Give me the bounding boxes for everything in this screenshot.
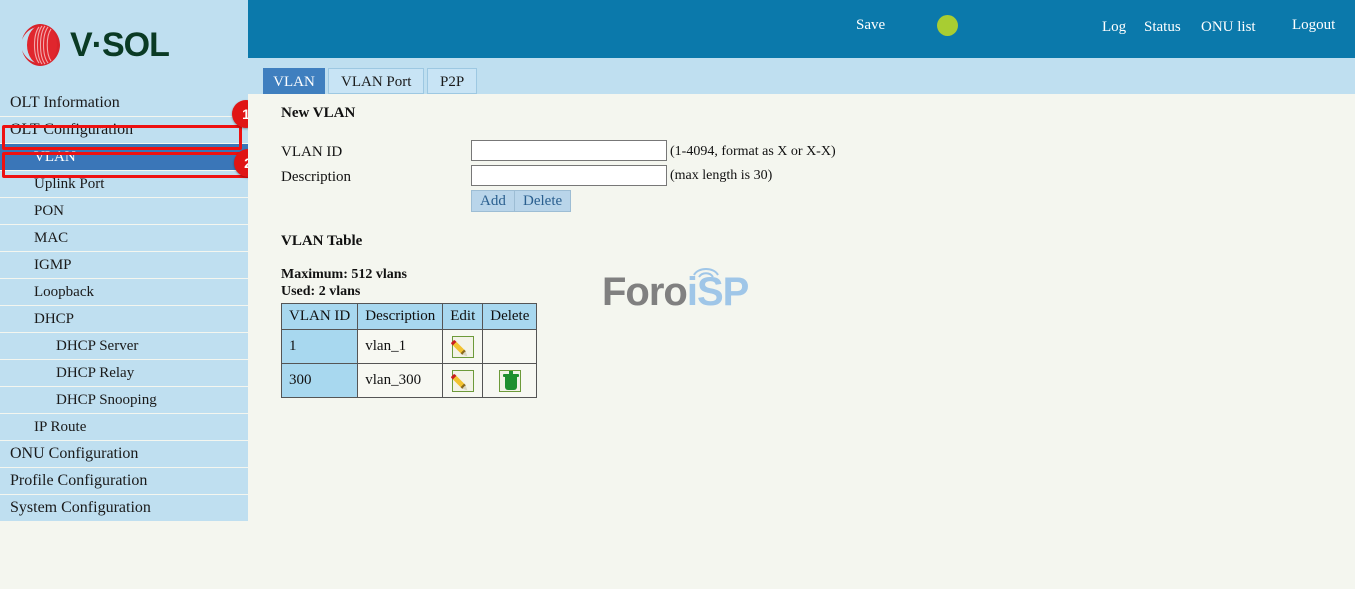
brand-logo-panel: V·SOL: [0, 0, 248, 90]
column-header-description: Description: [357, 303, 444, 330]
brand-logo-text: V·SOL: [70, 25, 170, 64]
pencil-edit-icon[interactable]: [450, 335, 474, 358]
sidebar-item-onu-configuration[interactable]: ONU Configuration: [0, 441, 248, 467]
cell-delete: [482, 363, 538, 398]
sidebar-item-dhcp-snooping[interactable]: DHCP Snooping: [0, 387, 248, 413]
pencil-edit-icon[interactable]: [450, 369, 474, 392]
new-vlan-heading: New VLAN: [281, 105, 356, 121]
sidebar-item-dhcp[interactable]: DHCP: [0, 306, 248, 332]
watermark-isp: iSP: [686, 270, 749, 314]
logout-link[interactable]: Logout: [1292, 17, 1335, 34]
cell-edit: [442, 329, 484, 364]
description-label: Description: [281, 169, 351, 185]
sidebar-item-dhcp-relay[interactable]: DHCP Relay: [0, 360, 248, 386]
table-row: 1 vlan_1: [280, 329, 538, 364]
vsol-leaf-logo-icon: [18, 22, 62, 68]
delete-button[interactable]: Delete: [514, 190, 572, 212]
sidebar-item-mac[interactable]: MAC: [0, 225, 248, 251]
column-header-vlan-id: VLAN ID: [280, 303, 359, 330]
sidebar-item-vlan[interactable]: VLAN: [0, 144, 248, 170]
top-header-bar: Save Log Status ONU list Logout: [248, 0, 1355, 58]
onu-list-link[interactable]: ONU list: [1201, 19, 1256, 36]
sidebar-item-loopback[interactable]: Loopback: [0, 279, 248, 305]
tab-p2p[interactable]: P2P: [427, 68, 478, 94]
description-hint: (max length is 30): [670, 168, 773, 183]
foroisp-watermark: ForoiSP: [602, 260, 762, 316]
cell-vlan-id: 300: [280, 363, 359, 398]
watermark-text: ForoiSP: [602, 270, 749, 315]
sidebar-item-ip-route[interactable]: IP Route: [0, 414, 248, 440]
cell-description: vlan_1: [357, 329, 444, 364]
column-header-edit: Edit: [442, 303, 484, 330]
sidebar-item-olt-information[interactable]: OLT Information: [0, 90, 248, 116]
tab-vlan[interactable]: VLAN: [263, 68, 325, 94]
trash-delete-icon[interactable]: [498, 369, 521, 392]
vlan-id-input[interactable]: [471, 140, 667, 161]
vlan-table-heading: VLAN Table: [281, 233, 363, 249]
sidebar-item-profile-configuration[interactable]: Profile Configuration: [0, 468, 248, 494]
green-status-dot-icon: [937, 15, 958, 36]
main-content: New VLAN VLAN ID (1-4094, format as X or…: [248, 94, 1355, 589]
sidebar-nav: OLT Information OLT Configuration VLAN U…: [0, 90, 248, 543]
save-button[interactable]: Save: [856, 17, 885, 34]
log-link[interactable]: Log: [1102, 19, 1126, 36]
cell-edit: [442, 363, 484, 398]
used-vlans-text: Used: 2 vlans: [281, 284, 361, 299]
cell-vlan-id: 1: [280, 329, 359, 364]
cell-description: vlan_300: [357, 363, 444, 398]
status-link[interactable]: Status: [1144, 19, 1181, 36]
cell-delete: [482, 329, 538, 364]
sidebar-item-olt-configuration[interactable]: OLT Configuration: [0, 117, 248, 143]
vlan-id-hint: (1-4094, format as X or X-X): [670, 144, 836, 159]
maximum-vlans-text: Maximum: 512 vlans: [281, 267, 407, 282]
sidebar-item-uplink-port[interactable]: Uplink Port: [0, 171, 248, 197]
vlan-table: VLAN ID Description Edit Delete 1 vlan_1…: [280, 303, 538, 398]
watermark-foro: Foro: [602, 270, 688, 314]
vlan-capacity-info: Maximum: 512 vlans Used: 2 vlans: [281, 266, 407, 300]
olt-web-management-page: V·SOL Save Log Status ONU list Logout VL…: [0, 0, 1355, 589]
sidebar-item-igmp[interactable]: IGMP: [0, 252, 248, 278]
description-input[interactable]: [471, 165, 667, 186]
table-header-row: VLAN ID Description Edit Delete: [280, 303, 538, 330]
sidebar-item-pon[interactable]: PON: [0, 198, 248, 224]
sidebar-item-dhcp-server[interactable]: DHCP Server: [0, 333, 248, 359]
table-row: 300 vlan_300: [280, 363, 538, 398]
sidebar-item-system-configuration[interactable]: System Configuration: [0, 495, 248, 521]
add-button[interactable]: Add: [471, 190, 515, 212]
vlan-id-label: VLAN ID: [281, 144, 343, 160]
column-header-delete: Delete: [482, 303, 538, 330]
tab-strip: VLAN VLAN Port P2P: [248, 58, 1355, 94]
tab-vlan-port[interactable]: VLAN Port: [328, 68, 425, 94]
